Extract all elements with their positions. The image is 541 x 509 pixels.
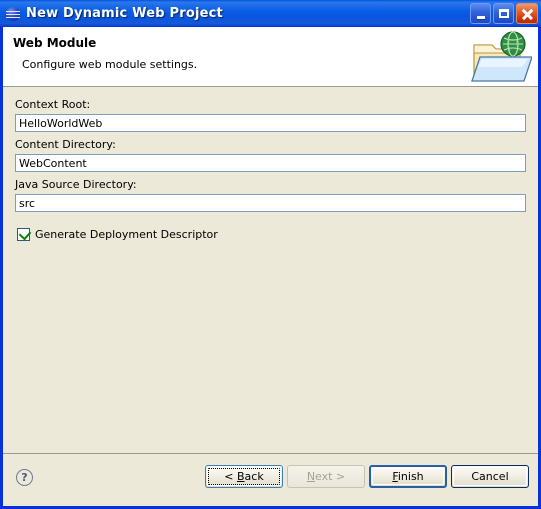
back-button-label-accel: B — [237, 470, 245, 483]
cancel-button-label-post: Cancel — [471, 470, 509, 483]
back-button-label-post: ack — [244, 470, 264, 483]
context-root-label: Context Root: — [15, 98, 91, 111]
page-description: Configure web module settings. — [22, 58, 198, 71]
maximize-icon — [498, 9, 509, 18]
check-icon — [18, 227, 32, 241]
eclipse-globe-icon — [5, 6, 21, 22]
next-button-label-post: ext > — [315, 470, 346, 483]
dialog-window: New Dynamic Web Project Web Module Confi… — [0, 0, 541, 509]
wizard-header: Web Module Configure web module settings… — [3, 27, 538, 87]
finish-button[interactable]: Finish — [369, 465, 447, 488]
window-title: New Dynamic Web Project — [26, 6, 223, 21]
java-source-directory-input[interactable] — [15, 194, 526, 212]
maximize-button[interactable] — [493, 3, 514, 24]
generate-deployment-descriptor-label: Generate Deployment Descriptor — [35, 228, 218, 241]
title-bar: New Dynamic Web Project — [0, 0, 541, 27]
minimize-icon — [476, 15, 485, 19]
wizard-navigation-buttons: < Back Next > Finish Cancel — [205, 465, 529, 488]
page-title: Web Module — [13, 36, 97, 50]
dialog-button-bar: ? < Back Next > Finish Cancel — [3, 453, 538, 505]
back-button-label-pre: < — [224, 470, 237, 483]
next-button-label-accel: N — [306, 470, 316, 483]
cancel-button[interactable]: Cancel — [451, 465, 529, 488]
java-source-directory-label: Java Source Directory: — [15, 178, 137, 191]
generate-deployment-descriptor-row[interactable]: Generate Deployment Descriptor — [17, 227, 538, 241]
close-button[interactable] — [516, 3, 538, 24]
back-button[interactable]: < Back — [205, 465, 283, 488]
form-area: Context Root: Content Directory: Java So… — [3, 87, 538, 453]
web-folder-globe-icon — [471, 31, 532, 82]
help-icon[interactable]: ? — [16, 469, 33, 486]
window-controls — [470, 3, 538, 24]
next-button: Next > — [287, 465, 365, 488]
content-directory-input[interactable] — [15, 154, 526, 172]
finish-button-label-post: inish — [397, 470, 424, 483]
content-directory-label: Content Directory: — [15, 138, 116, 151]
dialog-client-area: Web Module Configure web module settings… — [3, 27, 538, 506]
minimize-button[interactable] — [470, 3, 491, 24]
generate-deployment-descriptor-checkbox[interactable] — [17, 227, 32, 241]
context-root-input[interactable] — [15, 114, 526, 132]
